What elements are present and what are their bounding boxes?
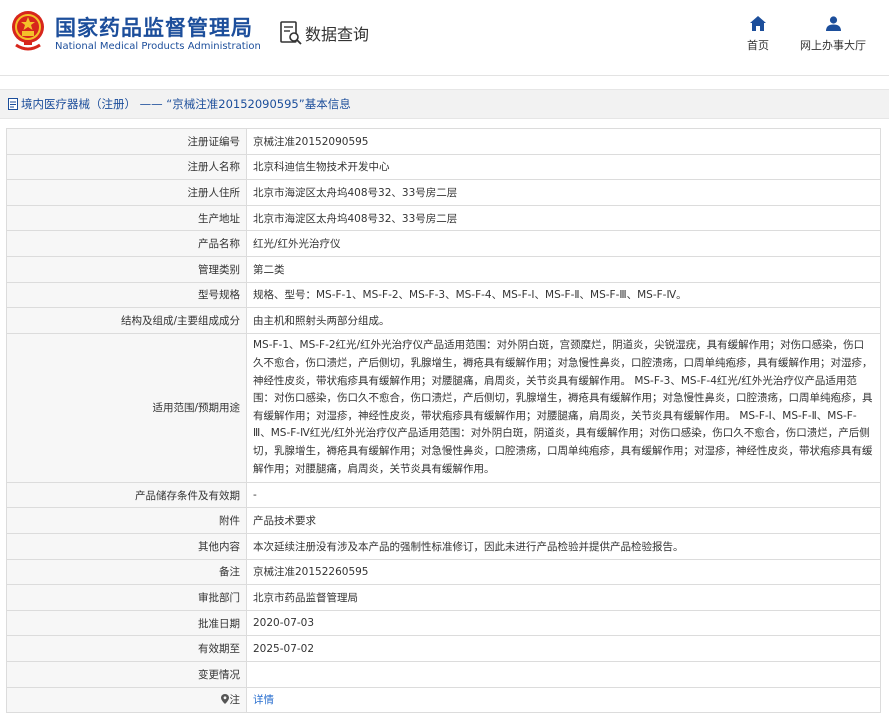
field-value: 本次延续注册没有涉及本产品的强制性标准修订，因此未进行产品检验并提供产品检验报告… bbox=[246, 532, 881, 560]
field-value: 2025-07-02 bbox=[246, 635, 881, 662]
field-value: 京械注准20152090595 bbox=[246, 128, 881, 155]
table-row: 备注 京械注准20152260595 bbox=[6, 558, 881, 586]
field-label: 变更情况 bbox=[6, 660, 247, 688]
nav-home[interactable]: 首页 bbox=[746, 16, 770, 53]
field-value: 红光/红外光治疗仪 bbox=[246, 230, 881, 257]
data-query-link[interactable]: 数据查询 bbox=[279, 20, 369, 46]
table-row: 注 详情 bbox=[6, 686, 881, 714]
document-icon bbox=[8, 98, 18, 110]
field-value: 北京市海淀区太舟坞408号32、33号房二层 bbox=[246, 204, 881, 232]
nav-office-label: 网上办事大厅 bbox=[800, 39, 866, 52]
note-label: 注 bbox=[229, 694, 241, 707]
table-row: 管理类别 第二类 bbox=[6, 255, 881, 283]
site-subtitle: National Medical Products Administration bbox=[55, 41, 261, 52]
field-value: 由主机和照射头两部分组成。 bbox=[246, 307, 881, 334]
table-row: 型号规格 规格、型号：MS-F-1、MS-F-2、MS-F-3、MS-F-4、MS… bbox=[6, 281, 881, 309]
home-icon bbox=[750, 16, 766, 31]
field-value: 第二类 bbox=[246, 255, 881, 283]
field-label: 有效期至 bbox=[6, 635, 247, 662]
table-row: 其他内容 本次延续注册没有涉及本产品的强制性标准修订，因此未进行产品检验并提供产品… bbox=[6, 532, 881, 560]
site-header: 国家药品监督管理局 National Medical Products Admi… bbox=[0, 0, 889, 76]
field-value: 详情 bbox=[246, 686, 881, 714]
table-row: 附件 产品技术要求 bbox=[6, 507, 881, 534]
table-row: 批准日期 2020-07-03 bbox=[6, 609, 881, 637]
field-value: 京械注准20152260595 bbox=[246, 558, 881, 586]
nav-online-office[interactable]: 网上办事大厅 bbox=[798, 16, 868, 53]
field-label: 适用范围/预期用途 bbox=[6, 332, 247, 483]
table-row: 注册证编号 京械注准20152090595 bbox=[6, 128, 881, 155]
field-label: 审批部门 bbox=[6, 584, 247, 611]
field-label: 结构及组成/主要组成成分 bbox=[6, 307, 247, 334]
table-row: 审批部门 北京市药品监督管理局 bbox=[6, 584, 881, 611]
field-value: 北京科迪信生物技术开发中心 bbox=[246, 153, 881, 181]
field-label: 注册人住所 bbox=[6, 179, 247, 206]
field-value: 产品技术要求 bbox=[246, 507, 881, 534]
table-row: 有效期至 2025-07-02 bbox=[6, 635, 881, 662]
site-title: 国家药品监督管理局 bbox=[55, 16, 253, 40]
registration-detail-table: 注册证编号 京械注准20152090595 注册人名称 北京科迪信生物技术开发中心 … bbox=[6, 128, 881, 714]
field-label: 注册人名称 bbox=[6, 153, 247, 181]
nav-home-label: 首页 bbox=[747, 39, 769, 52]
field-value: 北京市药品监督管理局 bbox=[246, 584, 881, 611]
table-row: 结构及组成/主要组成成分 由主机和照射头两部分组成。 bbox=[6, 307, 881, 334]
field-value: 北京市海淀区太舟坞408号32、33号房二层 bbox=[246, 179, 881, 206]
field-label: 注册证编号 bbox=[6, 128, 247, 155]
table-row: 产品储存条件及有效期 - bbox=[6, 481, 881, 509]
field-label-note: 注 bbox=[6, 686, 247, 714]
table-row: 注册人住所 北京市海淀区太舟坞408号32、33号房二层 bbox=[6, 179, 881, 206]
field-label: 批准日期 bbox=[6, 609, 247, 637]
details-link[interactable]: 详情 bbox=[253, 694, 274, 706]
field-label: 其他内容 bbox=[6, 532, 247, 560]
table-row: 变更情况 bbox=[6, 660, 881, 688]
field-label: 产品名称 bbox=[6, 230, 247, 257]
field-value: 规格、型号：MS-F-1、MS-F-2、MS-F-3、MS-F-4、MS-F-Ⅰ… bbox=[246, 281, 881, 309]
user-icon bbox=[825, 16, 841, 31]
national-emblem-icon bbox=[12, 11, 44, 51]
field-label: 附件 bbox=[6, 507, 247, 534]
breadcrumb-text: 境内医疗器械（注册） —— “京械注准20152090595”基本信息 bbox=[21, 97, 351, 111]
table-row: 产品名称 红光/红外光治疗仪 bbox=[6, 230, 881, 257]
field-value: 2020-07-03 bbox=[246, 609, 881, 637]
location-pin-icon bbox=[220, 694, 229, 705]
table-row: 注册人名称 北京科迪信生物技术开发中心 bbox=[6, 153, 881, 181]
document-search-icon bbox=[280, 21, 302, 45]
breadcrumb: 境内医疗器械（注册） —— “京械注准20152090595”基本信息 bbox=[0, 89, 889, 119]
field-label: 生产地址 bbox=[6, 204, 247, 232]
field-value bbox=[246, 660, 881, 688]
field-label: 型号规格 bbox=[6, 281, 247, 309]
field-value: MS-F-1、MS-F-2红光/红外光治疗仪产品适用范围：对外阴白斑，宫颈糜烂，… bbox=[246, 332, 881, 483]
table-row: 生产地址 北京市海淀区太舟坞408号32、33号房二层 bbox=[6, 204, 881, 232]
data-query-label: 数据查询 bbox=[305, 25, 370, 44]
field-value: - bbox=[246, 481, 881, 509]
table-row: 适用范围/预期用途 MS-F-1、MS-F-2红光/红外光治疗仪产品适用范围：对外… bbox=[6, 332, 881, 483]
field-label: 产品储存条件及有效期 bbox=[6, 481, 247, 509]
field-label: 管理类别 bbox=[6, 255, 247, 283]
field-label: 备注 bbox=[6, 558, 247, 586]
